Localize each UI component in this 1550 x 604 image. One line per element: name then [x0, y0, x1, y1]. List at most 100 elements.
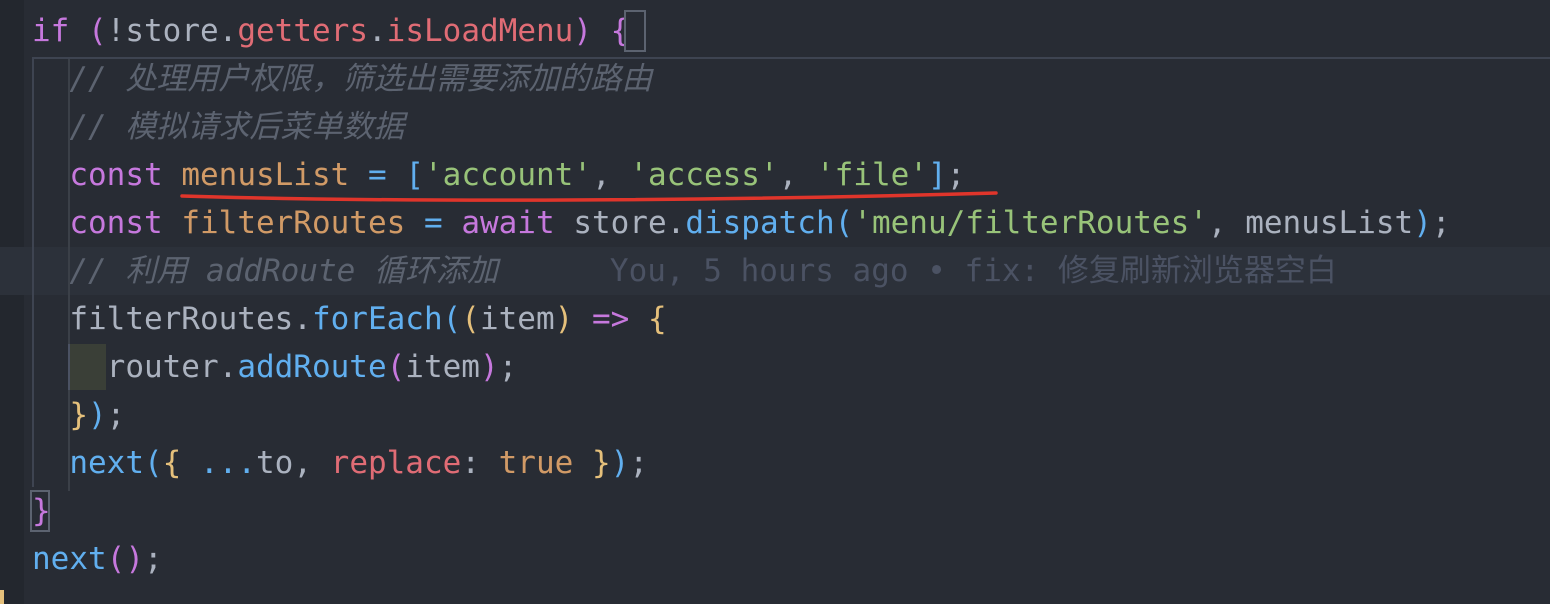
code-token: router [106, 349, 219, 385]
code-token: . [368, 13, 387, 49]
code-token: getters [237, 13, 368, 49]
code-token: isLoadMenu [386, 13, 574, 49]
code-comment: // 利用 addRoute 循环添加 [32, 253, 498, 289]
code-token: . [218, 13, 238, 49]
code-line[interactable]: // 模拟请求后菜单数据 [0, 103, 1550, 151]
code-line[interactable]: const filterRoutes = await store.dispatc… [0, 199, 1550, 247]
code-token: ; [946, 157, 966, 193]
code-line[interactable]: router.addRoute(item); [0, 343, 1550, 391]
code-token: , [591, 157, 630, 193]
code-token: [ [405, 157, 424, 193]
code-token: { [162, 445, 182, 481]
git-change-marker [0, 590, 4, 604]
code-token: ) [1413, 205, 1432, 241]
code-token: , [778, 157, 816, 193]
code-token: ] [927, 157, 947, 193]
code-token: ( [461, 301, 480, 337]
indent-guide [68, 59, 70, 491]
code-line[interactable]: const menusList = ['account', 'access', … [0, 151, 1550, 199]
code-token: const [69, 205, 163, 241]
code-editor[interactable]: if (!store.getters.isLoadMenu) { // 处理用户… [0, 0, 1550, 604]
code-token: ) [479, 349, 499, 385]
code-token: ; [498, 349, 518, 385]
code-token: => [591, 301, 630, 337]
code-token: forEach [311, 301, 443, 337]
code-token: ( [834, 205, 854, 241]
code-token: filterRoutes [69, 301, 294, 337]
code-line[interactable]: }); [0, 391, 1550, 439]
code-token: ( [143, 445, 163, 481]
code-token: ) [554, 301, 574, 337]
code-token: item [405, 349, 480, 385]
code-token: { [610, 13, 630, 49]
code-token: ; [144, 541, 163, 577]
code-token: ( [442, 301, 462, 337]
code-token: = [367, 157, 387, 193]
code-token: ( [386, 349, 406, 385]
code-token: await [461, 205, 555, 241]
code-token: ; [629, 445, 648, 481]
code-token: , [1207, 205, 1246, 241]
code-token: ) [88, 397, 107, 433]
git-blame-annotation: You, 5 hours ago • fix: 修复刷新浏览器空白 [497, 253, 1337, 289]
code-token: ! [106, 13, 126, 49]
code-token: ) [610, 445, 630, 481]
code-token: ... [200, 445, 256, 481]
code-token: } [32, 493, 51, 529]
code-token: ) [573, 13, 592, 49]
code-token: store [125, 13, 219, 49]
code-token: dispatch [685, 205, 835, 241]
code-token: 'account' [424, 157, 592, 193]
code-comment: // 模拟请求后菜单数据 [32, 109, 405, 145]
code-token: 'menu/filterRoutes' [853, 205, 1208, 241]
code-token: : [461, 445, 499, 481]
code-token: ( [88, 13, 107, 49]
code-line[interactable]: // 处理用户权限，筛选出需要添加的路由 [0, 55, 1550, 103]
code-token: . [218, 349, 238, 385]
code-token: store [573, 205, 667, 241]
code-token: = [423, 205, 443, 241]
code-line[interactable]: // 利用 addRoute 循环添加 You, 5 hours ago • f… [0, 247, 1550, 295]
code-token: next [32, 541, 107, 577]
code-token: replace [330, 445, 462, 481]
indent-whitespace-marker [68, 344, 106, 390]
code-token: const [69, 157, 163, 193]
code-token: filterRoutes [181, 205, 406, 241]
code-token: . [293, 301, 312, 337]
code-token: menusList [181, 157, 350, 193]
code-token: to [256, 445, 294, 481]
code-token: addRoute [237, 349, 387, 385]
code-line[interactable]: if (!store.getters.isLoadMenu) { [0, 7, 1550, 55]
code-token: } [69, 397, 88, 433]
code-token: true [498, 445, 574, 481]
code-token: , [293, 445, 331, 481]
code-line[interactable]: } [0, 487, 1550, 535]
code-token: 'access' [629, 157, 779, 193]
code-line[interactable]: filterRoutes.forEach((item) => { [0, 295, 1550, 343]
code-token: . [666, 205, 686, 241]
code-token: menusList [1245, 205, 1414, 241]
code-token: item [479, 301, 555, 337]
code-token: if [32, 13, 70, 49]
code-token: ; [106, 397, 126, 433]
code-line[interactable]: next(); [0, 535, 1550, 583]
code-line[interactable]: next({ ...to, replace: true }); [0, 439, 1550, 487]
code-comment: // 处理用户权限，筛选出需要添加的路由 [32, 61, 653, 97]
